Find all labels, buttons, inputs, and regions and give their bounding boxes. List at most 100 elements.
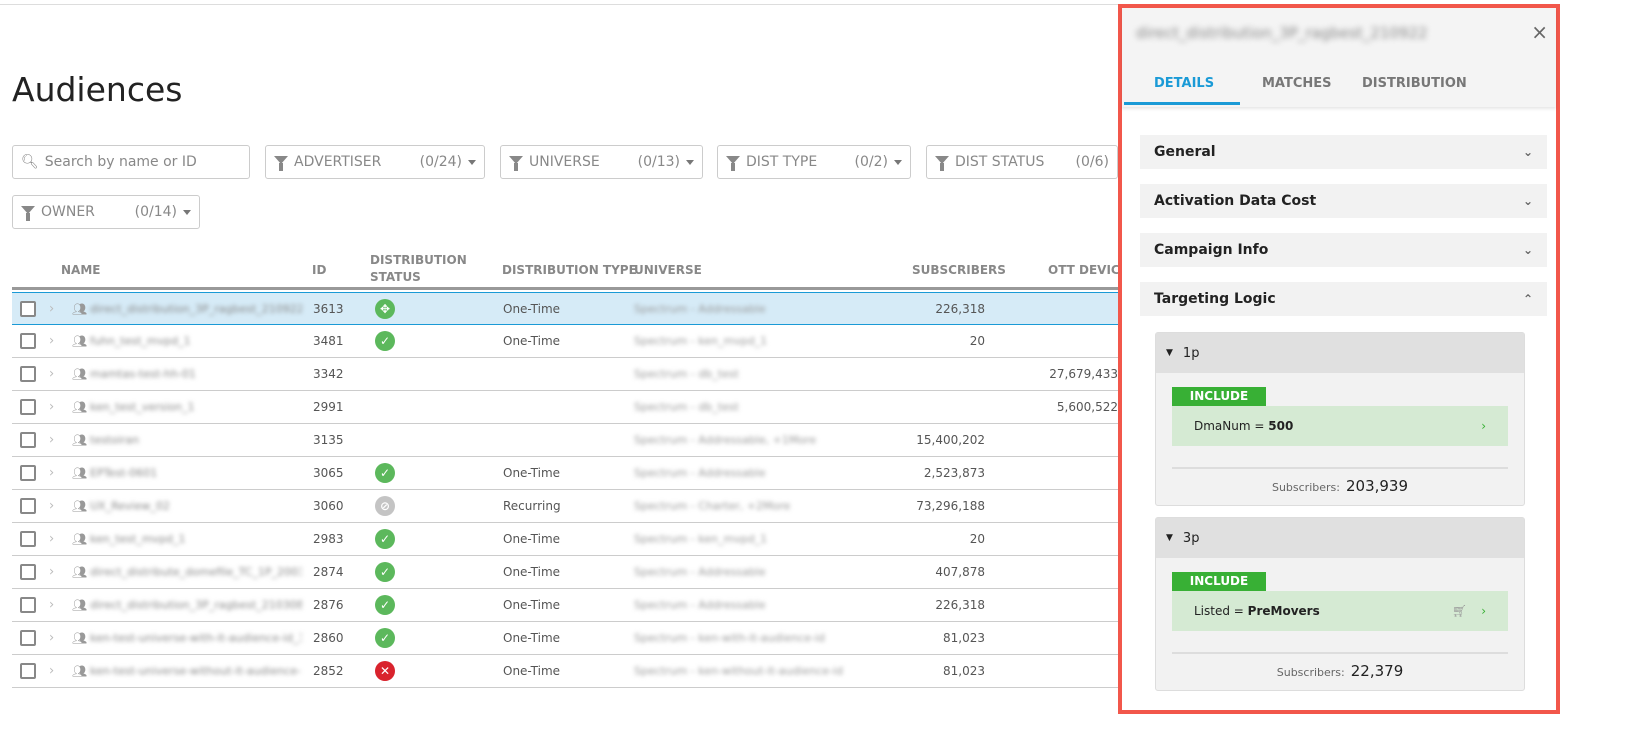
chevron-down-icon: ⌄ (1522, 194, 1533, 208)
universe: Spectrum - Addressable (634, 302, 766, 315)
tab-distribution[interactable]: DISTRIBUTION (1362, 76, 1467, 91)
tab-details[interactable]: DETAILS (1154, 76, 1214, 91)
expand-chevron-icon[interactable]: › (49, 400, 54, 415)
close-icon[interactable]: × (1531, 20, 1548, 44)
row-checkbox[interactable] (20, 531, 36, 547)
col-id[interactable]: ID (312, 262, 326, 279)
table-row[interactable]: › 👥︎ ken_test_mvpd_1 2983 ✓ One-Time Spectrum … (12, 523, 1118, 556)
row-checkbox[interactable] (20, 366, 36, 382)
audience-name[interactable]: fuhn_test_mvpd_1 (90, 335, 302, 348)
table-row[interactable]: › 👥︎ ken-test-universe-with-it-audience-id… (12, 622, 1118, 655)
audience-name[interactable]: ken-test-universe-with-it-audience-id_3 (90, 632, 302, 645)
distribution-type: One-Time (503, 631, 561, 645)
col-subscribers[interactable]: SUBSCRIBERS (912, 262, 1006, 279)
expand-chevron-icon[interactable]: › (49, 598, 54, 613)
filter-universe[interactable]: UNIVERSE (0/13) (500, 145, 703, 179)
col-universe[interactable]: UNIVERSE (634, 262, 702, 279)
panel-title: direct_distribution_3P_ragbest_210922 (1136, 24, 1428, 42)
row-checkbox[interactable] (20, 564, 36, 580)
expand-chevron-icon[interactable]: › (49, 466, 54, 481)
filter-owner[interactable]: OWNER (0/14) (12, 195, 200, 229)
status-error-icon: ✕ (375, 661, 395, 681)
caret-down-icon: ▼ (1166, 348, 1173, 358)
table-row[interactable]: › 👥︎ ken-test-universe-without-it-audience… (12, 655, 1118, 688)
table-row[interactable]: › 👥︎ mamtas-test-hh-01 3342 Spectrum - db_te… (12, 358, 1118, 391)
row-checkbox[interactable] (20, 399, 36, 415)
search-placeholder: Search by name or ID (44, 154, 197, 170)
expand-chevron-icon[interactable]: › (49, 664, 54, 679)
filter-dist-type[interactable]: DIST TYPE (0/2) (717, 145, 911, 179)
row-checkbox[interactable] (20, 300, 36, 317)
group-header[interactable]: ▼ 1p (1156, 333, 1524, 373)
table-header: NAME ID DISTRIBUTION STATUS DISTRIBUTION… (12, 250, 1118, 290)
expand-chevron-icon[interactable]: › (49, 532, 54, 547)
col-status[interactable]: DISTRIBUTION STATUS (370, 252, 470, 286)
chevron-right-icon[interactable]: › (1481, 419, 1486, 433)
audience-id: 3342 (313, 367, 344, 381)
distribution-type: One-Time (503, 466, 561, 480)
filter-dist-status[interactable]: DIST STATUS (0/6) (926, 145, 1118, 179)
table-row[interactable]: › 👥︎ testoiran 3135 Spectrum - Addressable, … (12, 424, 1118, 457)
filter-count: (0/2) (854, 154, 888, 170)
group-subscribers: Subscribers: 22,379 (1156, 654, 1524, 690)
expand-chevron-icon[interactable]: › (49, 631, 54, 646)
audience-name[interactable]: UX_Review_02 (90, 500, 302, 513)
audience-name[interactable]: direct_distribute_domefile_TC_1P_200308 (90, 566, 302, 579)
targeting-rule[interactable]: Listed = PreMovers 🛒︎ › (1172, 591, 1508, 631)
audience-id: 2991 (313, 400, 344, 414)
section-general[interactable]: General ⌄ (1140, 135, 1547, 169)
audience-group-icon: 👥︎ (72, 301, 87, 316)
search-icon: 🔍︎ (21, 154, 39, 170)
tab-matches[interactable]: MATCHES (1262, 76, 1332, 91)
expand-chevron-icon[interactable]: › (49, 433, 54, 448)
group-header[interactable]: ▼ 3p (1156, 518, 1524, 558)
chevron-right-icon[interactable]: › (1481, 604, 1486, 618)
targeting-group-1p: ▼ 1p INCLUDE DmaNum = 500 › Subscribers: 20… (1155, 332, 1525, 506)
section-campaign-info[interactable]: Campaign Info ⌄ (1140, 233, 1547, 267)
row-checkbox[interactable] (20, 465, 36, 481)
table-row[interactable]: › 👥︎ UX_Review_02 3060 ⊘ Recurring Spectrum - … (12, 490, 1118, 523)
row-checkbox[interactable] (20, 333, 36, 349)
filter-advertiser[interactable]: ADVERTISER (0/24) (265, 145, 485, 179)
expand-chevron-icon[interactable]: › (49, 565, 54, 580)
section-targeting-logic[interactable]: Targeting Logic ⌃ (1140, 282, 1547, 316)
audience-group-icon: 👥︎ (72, 631, 87, 645)
row-checkbox[interactable] (20, 597, 36, 613)
chevron-down-icon: ⌄ (1522, 243, 1533, 257)
row-checkbox[interactable] (20, 630, 36, 646)
audience-name[interactable]: ken_test_mvpd_1 (90, 533, 302, 546)
expand-chevron-icon[interactable]: › (49, 334, 54, 349)
row-checkbox[interactable] (20, 498, 36, 514)
table-row[interactable]: › 👥︎ direct_distribution_3P_ragbest_210308… (12, 589, 1118, 622)
expand-chevron-icon[interactable]: › (49, 499, 54, 514)
distribution-type: One-Time (503, 301, 561, 316)
audience-id: 2983 (313, 532, 344, 546)
table-row[interactable]: › 👥︎ ken_test_version_1 2991 Spectrum - db_t… (12, 391, 1118, 424)
audience-name[interactable]: testoiran (90, 434, 302, 447)
audience-id: 3135 (313, 433, 344, 447)
section-activation-data-cost[interactable]: Activation Data Cost ⌄ (1140, 184, 1547, 218)
status-distributing-icon: ✥ (375, 298, 395, 319)
rule-value: PreMovers (1247, 604, 1320, 618)
expand-chevron-icon[interactable]: › (49, 367, 54, 382)
row-checkbox[interactable] (20, 432, 36, 448)
audience-name[interactable]: ken-test-universe-without-it-audience-id (90, 665, 302, 678)
targeting-rule[interactable]: DmaNum = 500 › (1172, 406, 1508, 446)
audience-name[interactable]: EPTest-0601 (90, 467, 302, 480)
table-row[interactable]: › 👥︎ EPTest-0601 3065 ✓ One-Time Spectrum - Ad… (12, 457, 1118, 490)
universe: Spectrum - ken_mvpd_1 (634, 334, 768, 348)
col-name[interactable]: NAME (61, 262, 100, 279)
audience-name[interactable]: mamtas-test-hh-01 (90, 368, 302, 381)
row-checkbox[interactable] (20, 663, 36, 679)
col-type[interactable]: DISTRIBUTION TYPE (502, 262, 637, 279)
audience-name[interactable]: direct_distribution_3P_ragbest_210922 (90, 302, 302, 315)
col-ott[interactable]: OTT DEVICE (1048, 262, 1118, 279)
table-row[interactable]: › 👥︎ fuhn_test_mvpd_1 3481 ✓ One-Time Spectrum… (12, 325, 1118, 358)
table-row[interactable]: › 👥︎ direct_distribution_3P_ragbest_210922… (12, 292, 1118, 325)
audience-name[interactable]: direct_distribution_3P_ragbest_210308 (90, 599, 302, 612)
table-row[interactable]: › 👥︎ direct_distribute_domefile_TC_1P_2003… (12, 556, 1118, 589)
search-input[interactable]: 🔍︎ Search by name or ID (12, 145, 250, 179)
expand-chevron-icon[interactable]: › (49, 301, 54, 316)
distribution-type: One-Time (503, 334, 561, 348)
audience-name[interactable]: ken_test_version_1 (90, 401, 302, 414)
